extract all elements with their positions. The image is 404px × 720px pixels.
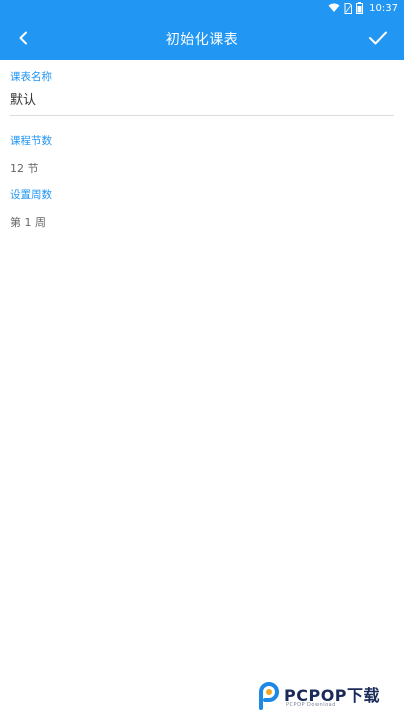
app-bar: 初始化课表 <box>0 16 404 60</box>
status-time: 10:37 <box>369 2 398 14</box>
schedule-name-label: 课表名称 <box>10 71 52 83</box>
sections-label: 课程节数 <box>10 135 52 147</box>
init-form: 课表名称 课程节数 12 节 设置周数 第 1 周 <box>10 60 394 230</box>
week-value[interactable]: 第 1 周 <box>10 214 394 230</box>
pcpop-logo-icon <box>259 682 279 710</box>
sections-value[interactable]: 12 节 <box>10 160 394 176</box>
page-title: 初始化课表 <box>165 32 239 48</box>
watermark: PCPOP下载 PCPOP Download <box>256 680 386 714</box>
battery-icon <box>356 2 364 14</box>
check-icon <box>369 31 387 45</box>
week-label: 设置周数 <box>10 189 52 201</box>
wifi-icon <box>328 3 340 12</box>
status-bar: 10:37 <box>328 0 398 16</box>
confirm-button[interactable] <box>360 20 396 56</box>
top-bar: 10:37 初始化课表 <box>0 0 404 60</box>
schedule-name-input[interactable] <box>10 88 394 116</box>
watermark-subtitle: PCPOP Download <box>286 702 336 708</box>
sim-icon <box>344 2 353 14</box>
